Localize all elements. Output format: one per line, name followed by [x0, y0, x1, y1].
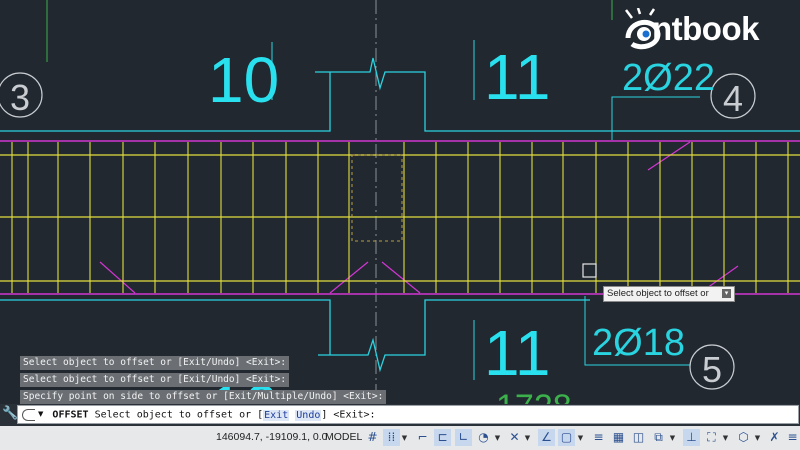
rebar-label: 2Ø18	[592, 322, 685, 364]
dimension-label-partial: 1728	[496, 388, 572, 404]
chevron-down-icon[interactable]: ▼	[754, 430, 761, 446]
command-history-icon[interactable]	[22, 408, 35, 421]
grid-bubble-label: 5	[702, 349, 722, 390]
span-number: 11	[484, 317, 550, 389]
ntbook-logo: ntbook	[622, 4, 798, 56]
chevron-down-icon[interactable]: ▼	[494, 430, 501, 446]
customize-wrench-icon[interactable]: 🔧	[2, 405, 18, 423]
lineweight-icon[interactable]: ▢	[558, 429, 575, 446]
autoscale-icon[interactable]: ⬡	[735, 429, 752, 446]
logo-text: ntbook	[652, 10, 759, 47]
annotation-icon[interactable]: ⊥	[683, 429, 700, 446]
span-number: 10	[208, 44, 279, 116]
coordinate-readout[interactable]: 146094.7, -19109.1, 0.0	[216, 431, 328, 443]
hidden-column-outline	[351, 154, 403, 242]
workspace-icon[interactable]: ⛶	[703, 429, 720, 446]
chevron-down-icon[interactable]: ▼	[401, 430, 408, 446]
dynamic-ucs-icon[interactable]: ⧉	[650, 429, 667, 446]
transparency-icon[interactable]: ≡	[590, 429, 607, 446]
leader-line	[611, 96, 700, 140]
otrack-icon[interactable]: ∠	[538, 429, 555, 446]
ortho-icon[interactable]: ⊏	[434, 429, 451, 446]
command-name: OFFSET	[52, 409, 89, 421]
rebar-label: 2Ø22	[622, 57, 715, 99]
option-undo[interactable]: Undo	[295, 409, 322, 421]
infer-icon[interactable]: ⌐	[414, 429, 431, 446]
polar-icon[interactable]: ∟	[455, 429, 472, 446]
span-number: 11	[484, 41, 550, 113]
command-input[interactable]: ▼ OFFSET Select object to offset or [Exi…	[17, 405, 799, 424]
chevron-down-icon[interactable]: ▼	[38, 410, 43, 418]
chevron-down-icon[interactable]: ▼	[722, 430, 729, 446]
offset-tooltip: Select object to offset or ▾	[603, 286, 735, 302]
customize-icon[interactable]: ✗	[766, 429, 783, 446]
status-bar: 146094.7, -19109.1, 0.0 MODEL # ⁞⁞ ▼ ⌐ ⊏…	[0, 426, 800, 450]
chevron-down-icon[interactable]: ▼	[577, 430, 584, 446]
snap-icon[interactable]: ⁞⁞	[383, 429, 400, 446]
grid-bubble-label: 4	[723, 78, 743, 119]
command-prompt: Select object to offset or [	[94, 409, 264, 421]
pickbox-cursor	[582, 263, 597, 278]
chevron-down-icon[interactable]: ▼	[524, 430, 531, 446]
command-prompt-suffix: ] <Exit>:	[321, 409, 376, 421]
option-exit[interactable]: Exit	[263, 409, 290, 421]
command-history-line: Specify point on side to offset or [Exit…	[20, 390, 387, 404]
rebar-diagonal	[647, 141, 691, 171]
rebar-diagonal	[381, 261, 421, 294]
tooltip-options-icon[interactable]: ▾	[722, 289, 731, 298]
model-space-button[interactable]: MODEL	[325, 431, 362, 443]
isodraft-icon[interactable]: ◔	[475, 429, 492, 446]
chevron-down-icon[interactable]: ▼	[669, 430, 676, 446]
osnap-icon[interactable]: ✕	[506, 429, 523, 446]
rebar-diagonal	[99, 261, 136, 294]
3d-osnap-icon[interactable]: ◫	[630, 429, 647, 446]
selection-cycling-icon[interactable]: ▦	[610, 429, 627, 446]
grid-bubble-label: 3	[10, 77, 30, 118]
tooltip-text: Select object to offset or	[607, 288, 709, 299]
menu-icon[interactable]: ≡	[784, 429, 800, 446]
command-history-line: Select object to offset or [Exit/Undo] <…	[20, 373, 290, 387]
grid-icon[interactable]: #	[364, 429, 381, 446]
drawing-canvas[interactable]: 3 4 5 10 11 11 10 2Ø22 2Ø18 1728	[0, 0, 800, 404]
command-history-line: Select object to offset or [Exit/Undo] <…	[20, 356, 290, 370]
